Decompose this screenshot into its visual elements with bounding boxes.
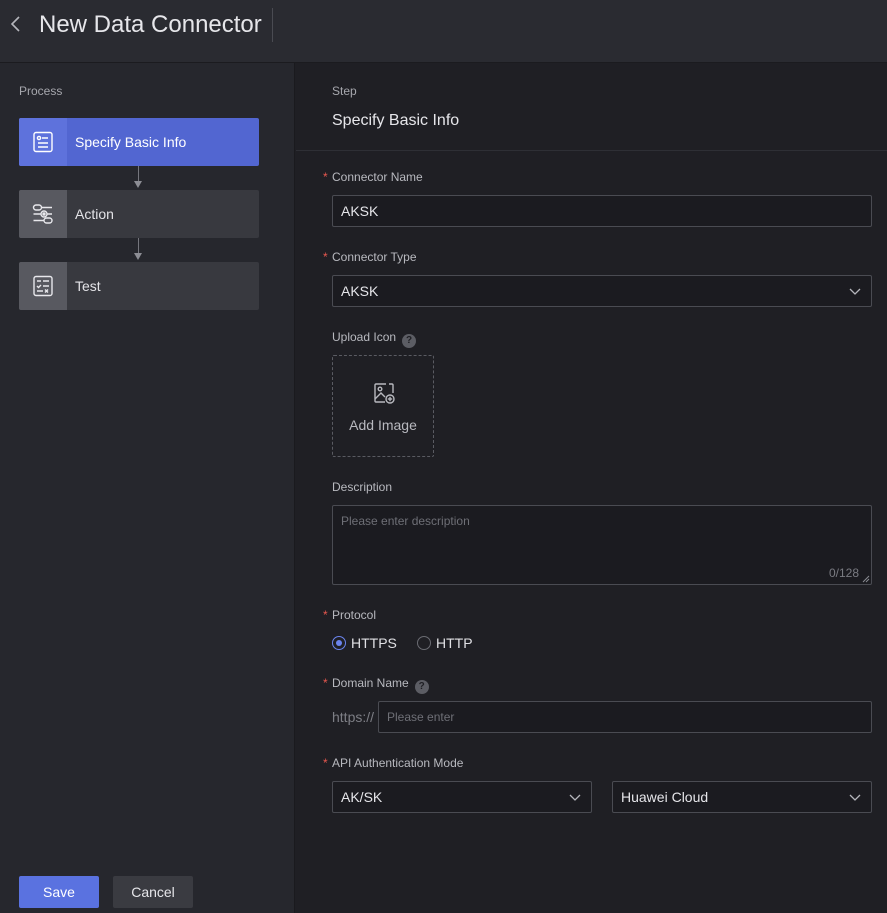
radio-dot [332,636,346,650]
form-panel: Step Specify Basic Info * Connector Name… [296,63,887,913]
step-caption: Step [332,84,357,98]
select-value: Huawei Cloud [621,789,709,805]
radio-label: HTTPS [351,635,397,651]
help-icon[interactable]: ? [414,680,429,694]
step-test[interactable]: Test [19,262,259,310]
radio-dot [417,636,431,650]
step-label: Test [75,278,101,294]
page-title: New Data Connector [39,11,262,38]
label-text: Protocol [332,608,377,622]
required-marker: * [323,170,328,184]
connector-type-label: * Connector Type [323,249,417,265]
connector-name-input[interactable]: AKSK [332,195,872,227]
required-marker: * [323,608,328,622]
label-text: Connector Name [332,170,423,184]
process-label: Process [19,84,63,98]
step-label: Specify Basic Info [75,134,187,150]
process-panel: Process Specify Basic Info Action Test S… [0,63,295,913]
auth-mode-label: * API Authentication Mode [323,755,464,771]
required-marker: * [323,756,328,770]
step-connector [134,166,142,188]
step-label: Action [75,206,114,222]
add-image-button[interactable]: Add Image [332,355,434,457]
select-value: AK/SK [341,789,383,805]
add-image-icon [374,383,395,404]
label-text: Description [332,480,393,494]
select-value: AKSK [341,283,379,299]
cancel-button[interactable]: Cancel [113,876,193,908]
save-button[interactable]: Save [19,876,99,908]
chevron-down-icon [569,794,581,801]
upload-icon-label: Upload Icon? [332,329,417,348]
step-title: Specify Basic Info [332,112,460,129]
chevron-down-icon [849,288,861,295]
help-icon[interactable]: ? [402,334,417,348]
step-connector [134,238,142,260]
radio-label: HTTP [436,635,473,651]
step-action[interactable]: Action [19,190,259,238]
description-placeholder: Please enter description [341,514,470,528]
add-image-text: Add Image [349,417,417,433]
protocol-radio-https[interactable]: HTTPS [332,634,402,652]
form-icon [19,118,67,166]
divider [296,150,887,151]
character-counter: 0/128 [828,566,859,580]
domain-name-label: * Domain Name? [323,675,429,694]
label-text: API Authentication Mode [332,756,464,770]
checklist-icon [19,262,67,310]
chevron-down-icon [849,794,861,801]
title-divider [272,8,273,42]
auth-mode-select[interactable]: AK/SK [332,781,592,813]
required-marker: * [323,250,328,264]
domain-prefix: https:// [332,709,375,725]
description-textarea[interactable]: Please enter description 0/128 [332,505,872,585]
connector-type-select[interactable]: AKSK [332,275,872,307]
resize-handle-icon[interactable] [862,575,870,583]
page-header: New Data Connector [0,0,887,63]
protocol-radio-http[interactable]: HTTP [417,634,477,652]
domain-name-input[interactable]: Please enter [378,701,872,733]
connector-name-label: * Connector Name [323,169,423,185]
auth-provider-select[interactable]: Huawei Cloud [612,781,872,813]
label-text: Domain Name [332,676,409,690]
step-specify-basic-info[interactable]: Specify Basic Info [19,118,259,166]
label-text: Connector Type [332,250,417,264]
label-text: Upload Icon [332,330,397,344]
description-label: Description [332,479,392,495]
required-marker: * [323,676,328,690]
back-arrow-icon[interactable] [8,14,24,36]
protocol-label: * Protocol [323,607,377,623]
sliders-icon [19,190,67,238]
